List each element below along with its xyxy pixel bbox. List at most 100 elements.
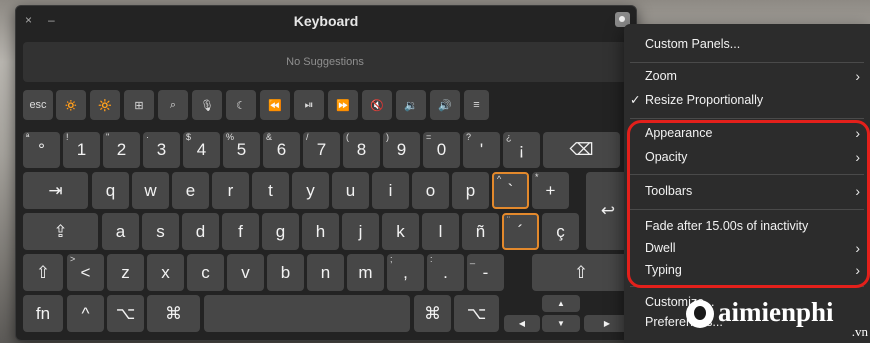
key-g[interactable]: g bbox=[262, 213, 299, 250]
right-option-key[interactable]: ⌥ bbox=[454, 295, 499, 332]
key-minus[interactable]: - _ bbox=[467, 254, 504, 291]
key-plus[interactable]: + * bbox=[532, 172, 569, 209]
key-less-than[interactable]: < > bbox=[67, 254, 104, 291]
suggestions-text: No Suggestions bbox=[286, 56, 364, 68]
key-6[interactable]: 6 & bbox=[263, 132, 300, 168]
key-a[interactable]: a bbox=[102, 213, 139, 250]
backspace-key[interactable]: ⌫ bbox=[543, 132, 620, 168]
key-x[interactable]: x bbox=[147, 254, 184, 291]
mission-control-key[interactable]: ⊞ bbox=[124, 90, 154, 120]
menu-item-resize-proportionally[interactable]: ✓ Resize Proportionally bbox=[630, 90, 860, 110]
key-label: a bbox=[115, 221, 126, 241]
key-j[interactable]: j bbox=[342, 213, 379, 250]
key-label: + bbox=[545, 180, 556, 200]
key-w[interactable]: w bbox=[132, 172, 169, 209]
key-alt-label: ! bbox=[66, 132, 69, 142]
esc-key[interactable]: esc bbox=[23, 90, 53, 120]
key-3[interactable]: 3 · bbox=[143, 132, 180, 168]
checkmark-icon: ✓ bbox=[630, 93, 641, 107]
space-key[interactable] bbox=[204, 295, 410, 332]
fn-key[interactable]: fn bbox=[23, 295, 63, 332]
rewind-key[interactable]: ⏪ bbox=[260, 90, 290, 120]
key-grave-dead[interactable]: ` ^ bbox=[492, 172, 529, 209]
key-acute-dead[interactable]: ´ ¨ bbox=[502, 213, 539, 250]
key-k[interactable]: k bbox=[382, 213, 419, 250]
volume-down-key[interactable]: 🔉 bbox=[396, 90, 426, 120]
key-label: ⇪ bbox=[53, 221, 68, 241]
left-command-key[interactable]: ⌘ bbox=[147, 295, 200, 332]
left-shift-key[interactable]: ⇧ bbox=[23, 254, 63, 291]
key-v[interactable]: v bbox=[227, 254, 264, 291]
key-alt-label: * bbox=[535, 172, 539, 182]
tab-key[interactable]: ⇥ bbox=[23, 172, 88, 209]
key-9[interactable]: 9) bbox=[383, 132, 420, 168]
key-2[interactable]: 2 " bbox=[103, 132, 140, 168]
key-b[interactable]: b bbox=[267, 254, 304, 291]
key-label: s bbox=[156, 221, 165, 241]
key-label: i bbox=[388, 180, 393, 200]
key-label: ▲ bbox=[557, 299, 565, 308]
down-arrow-key[interactable]: ▼ bbox=[542, 315, 580, 332]
key-r[interactable]: r bbox=[212, 172, 249, 209]
left-arrow-key[interactable]: ◀ bbox=[504, 315, 540, 332]
left-option-key[interactable]: ⌥ bbox=[107, 295, 144, 332]
key-h[interactable]: h bbox=[302, 213, 339, 250]
key-f[interactable]: f bbox=[222, 213, 259, 250]
mute-key[interactable]: 🔇 bbox=[362, 90, 392, 120]
key-label: ⌘ bbox=[424, 303, 441, 323]
key-t[interactable]: t bbox=[252, 172, 289, 209]
volume-up-key[interactable]: 🔊 bbox=[430, 90, 460, 120]
key-8[interactable]: 8( bbox=[343, 132, 380, 168]
key-m[interactable]: m bbox=[347, 254, 384, 291]
key-d[interactable]: d bbox=[182, 213, 219, 250]
key-z[interactable]: z bbox=[107, 254, 144, 291]
key-label: ◀ bbox=[518, 319, 526, 328]
key-label: h bbox=[315, 221, 326, 241]
key-y[interactable]: y bbox=[292, 172, 329, 209]
key-period[interactable]: .: bbox=[427, 254, 464, 291]
up-arrow-key[interactable]: ▲ bbox=[542, 295, 580, 312]
key-p[interactable]: p bbox=[452, 172, 489, 209]
menu-item-custom-panels[interactable]: Custom Panels... bbox=[645, 34, 860, 54]
key-comma[interactable]: ,; bbox=[387, 254, 424, 291]
fast-forward-key[interactable]: ⏩ bbox=[328, 90, 358, 120]
key-alt-label: / bbox=[306, 132, 309, 142]
key-l[interactable]: l bbox=[422, 213, 459, 250]
key-c[interactable]: c bbox=[187, 254, 224, 291]
key-u[interactable]: u bbox=[332, 172, 369, 209]
control-key[interactable]: ^ bbox=[67, 295, 104, 332]
key-5[interactable]: 5% bbox=[223, 132, 260, 168]
brightness-up-key[interactable]: 🔆 bbox=[90, 90, 120, 120]
key-alt-label: $ bbox=[186, 132, 192, 142]
right-shift-key[interactable]: ⇧ bbox=[532, 254, 630, 291]
key-7[interactable]: 7/ bbox=[303, 132, 340, 168]
key-degree[interactable]: ° ª bbox=[23, 132, 60, 168]
menu-item-zoom[interactable]: Zoom › bbox=[645, 66, 860, 86]
key-n-tilde[interactable]: ñ bbox=[462, 213, 499, 250]
key-e[interactable]: e bbox=[172, 172, 209, 209]
key-inverted-exclamation[interactable]: ¡ ¿ bbox=[503, 132, 540, 168]
key-n[interactable]: n bbox=[307, 254, 344, 291]
key-c-cedilla[interactable]: ç bbox=[542, 213, 579, 250]
right-command-key[interactable]: ⌘ bbox=[414, 295, 451, 332]
menu-separator bbox=[630, 118, 864, 119]
key-o[interactable]: o bbox=[412, 172, 449, 209]
key-4[interactable]: 4 $ bbox=[183, 132, 220, 168]
list-key[interactable]: ≡ bbox=[464, 90, 489, 120]
spotlight-key[interactable]: ⌕ bbox=[158, 90, 188, 120]
key-i[interactable]: i bbox=[372, 172, 409, 209]
key-0[interactable]: 0 = bbox=[423, 132, 460, 168]
key-q[interactable]: q bbox=[92, 172, 129, 209]
key-apostrophe[interactable]: '? bbox=[463, 132, 500, 168]
do-not-disturb-key[interactable]: ☾ bbox=[226, 90, 256, 120]
key-label: ' bbox=[479, 140, 484, 159]
key-label: ⏪ bbox=[268, 99, 282, 112]
brightness-down-key[interactable]: 🔅 bbox=[56, 90, 86, 120]
key-label: ↩ bbox=[600, 201, 616, 220]
dictation-key[interactable]: 🎙 bbox=[192, 90, 222, 120]
key-s[interactable]: s bbox=[142, 213, 179, 250]
play-pause-key[interactable]: ⏯ bbox=[294, 90, 324, 120]
options-icon bbox=[619, 16, 625, 22]
caps-lock-key[interactable]: ⇪ bbox=[23, 213, 98, 250]
key-1[interactable]: 1! bbox=[63, 132, 100, 168]
